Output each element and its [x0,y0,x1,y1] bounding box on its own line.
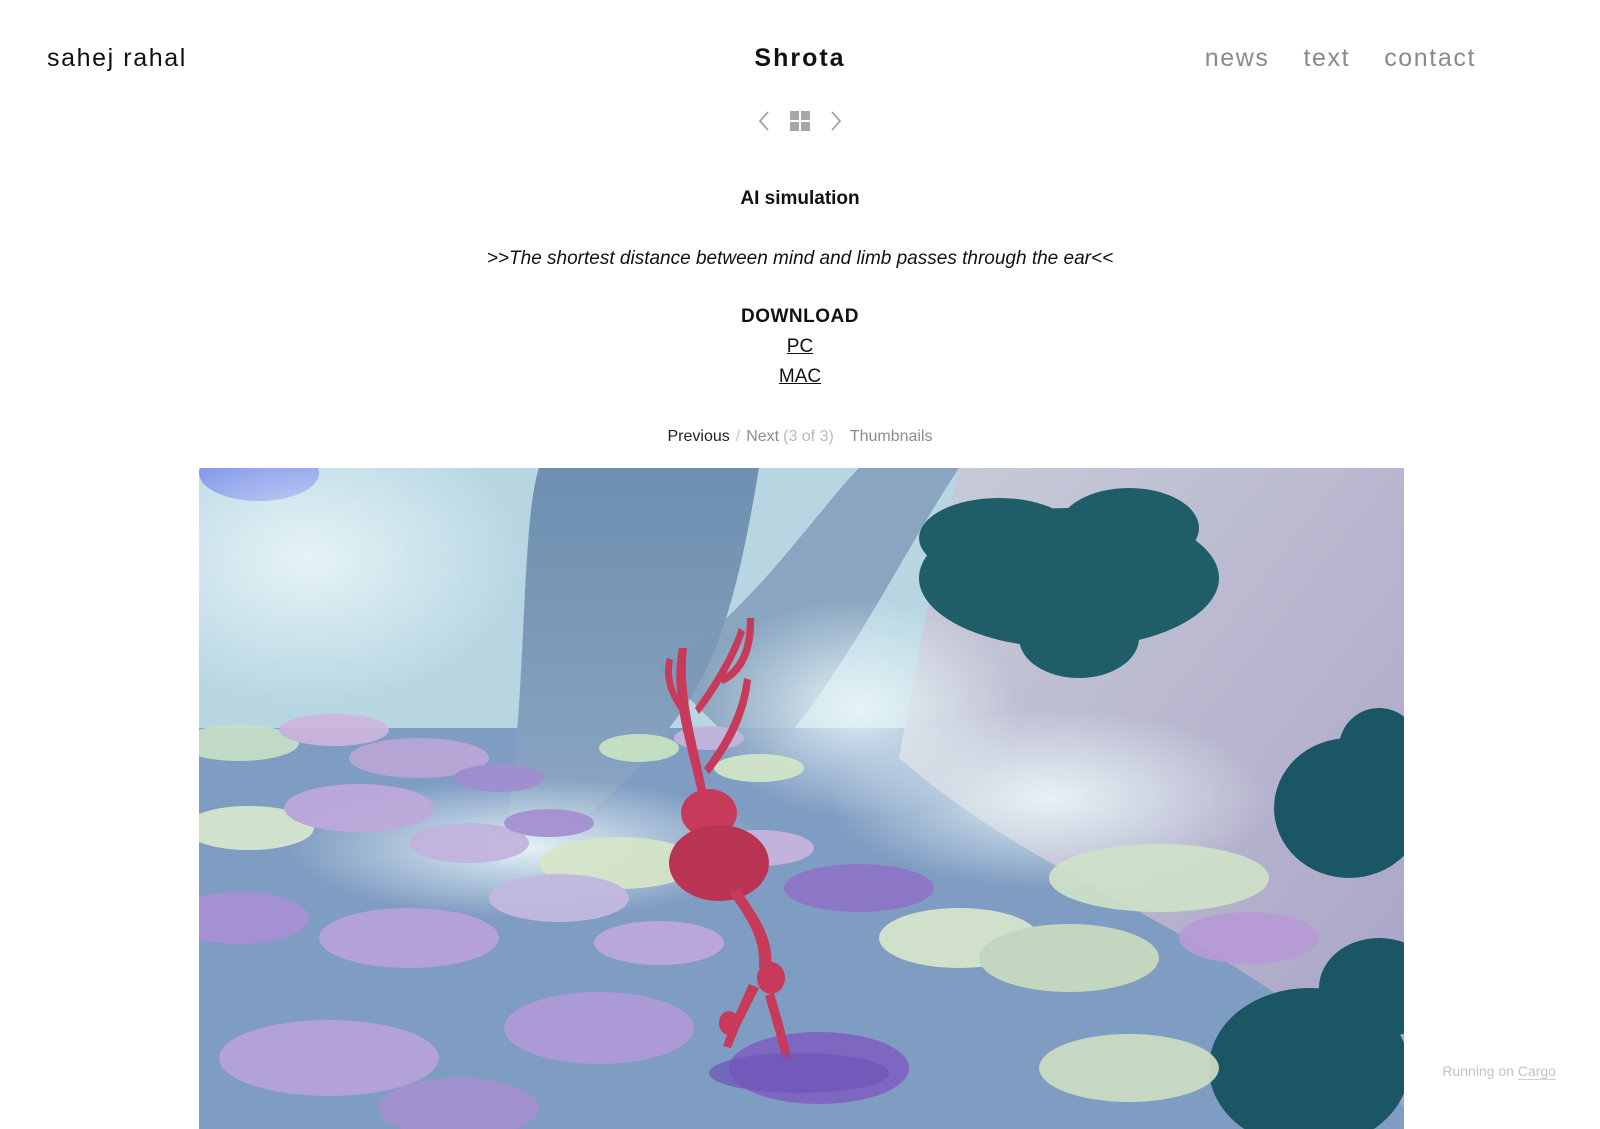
download-heading: DOWNLOAD [741,306,859,327]
running-on-cargo: Running on Cargo [1442,1063,1556,1080]
slideshow-thumbnails-link[interactable]: Thumbnails [850,428,933,445]
slideshow-next-link[interactable]: Next [746,428,779,445]
slideshow-count: (3 of 3) [783,428,834,445]
project-navigation [0,108,1600,134]
nav-item-text[interactable]: text [1303,44,1350,73]
download-pc-row: PC [0,336,1600,358]
project-subtitle: AI simulation [740,188,860,209]
download-pc-link[interactable]: PC [787,336,813,357]
slideshow-previous-link[interactable]: Previous [668,428,730,445]
project-image [199,468,1404,1129]
chevron-right-icon[interactable] [825,108,847,134]
chevron-left-icon[interactable] [753,108,775,134]
cargo-link[interactable]: Cargo [1517,1063,1556,1080]
project-image-illustration [199,468,1404,1129]
download-mac-link[interactable]: MAC [779,366,821,387]
main-nav: news text contact [1205,44,1476,73]
slideshow-separator: / [735,428,741,445]
download-mac-row: MAC [0,366,1600,388]
slideshow-navigation: Previous / Next (3 of 3) Thumbnails [0,428,1600,446]
nav-item-contact[interactable]: contact [1384,44,1476,73]
nav-item-news[interactable]: news [1205,44,1270,73]
grid-icon[interactable] [789,108,811,134]
running-on-label: Running on [1442,1063,1514,1079]
project-quote: >>The shortest distance between mind and… [486,248,1114,269]
